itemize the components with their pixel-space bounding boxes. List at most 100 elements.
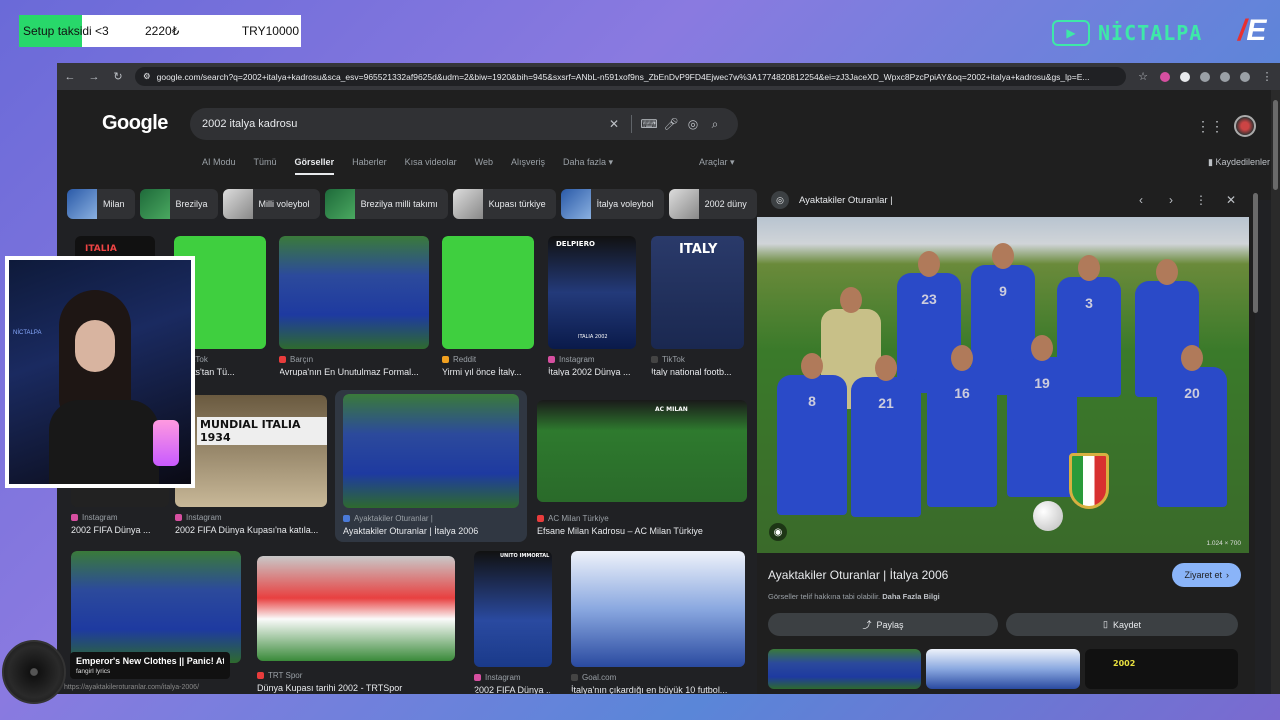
extension-icon[interactable] — [1180, 71, 1190, 82]
mic-icon[interactable]: 🎤︎ — [660, 117, 682, 131]
image-result-selected[interactable]: Ayaktakiler Oturanlar | Ayaktakiler Otur… — [343, 394, 519, 539]
bookmark-star-icon[interactable]: ☆ — [1136, 70, 1150, 83]
scrollbar-thumb[interactable] — [1273, 100, 1278, 190]
extensions-puzzle-icon[interactable] — [1220, 71, 1230, 82]
preview-image[interactable]: 23 9 3 8 21 16 19 20 ◉ 1.024 × 700 — [757, 217, 1249, 553]
tools-button[interactable]: Araçlar ▾ — [699, 157, 735, 168]
search-box[interactable]: 2002 italya kadrosu ✕ ⌨ 🎤︎ ◎ ⌕ — [190, 108, 738, 140]
tab-more[interactable]: Daha fazla ▾ — [563, 157, 613, 175]
url-text: google.com/search?q=2002+italya+kadrosu&… — [156, 71, 1090, 82]
lens-icon[interactable]: ◉ — [769, 523, 787, 541]
camera-search-icon[interactable]: ◎ — [682, 117, 704, 131]
extension-icon[interactable] — [1200, 71, 1210, 82]
url-field[interactable]: ⚙ google.com/search?q=2002+italya+kadros… — [135, 67, 1126, 86]
avatar[interactable] — [1234, 115, 1256, 137]
image-result[interactable]: ITALY TikTok Italy national footb... — [651, 236, 744, 376]
related-image[interactable] — [768, 649, 921, 689]
browser-menu-icon[interactable]: ⋮ — [1260, 70, 1274, 83]
chevron-right-icon: › — [1226, 570, 1229, 580]
search-tabs: AI Modu Tümü Görseller Haberler Kısa vid… — [202, 157, 613, 175]
image-result[interactable]: Barçın Avrupa'nın En Unutulmaz Formal... — [279, 236, 429, 376]
close-icon[interactable]: ✕ — [1221, 193, 1241, 207]
bookmark-icon: ▯ — [1103, 619, 1108, 629]
source-name: Instagram — [186, 513, 222, 522]
result-thumbnail — [257, 556, 455, 661]
saved-button[interactable]: ▮ Kaydedilenler — [1208, 157, 1270, 168]
neon-sign: NİCTALPA — [13, 330, 42, 336]
chip-thumbnail — [668, 189, 699, 219]
site-info-icon[interactable]: ⚙ — [143, 71, 151, 82]
back-icon[interactable]: ← — [63, 71, 77, 83]
chip-milan[interactable]: Milan — [67, 189, 135, 219]
image-result[interactable]: MUNDIAL ITALIA 1934 Instagram 2002 FIFA … — [175, 395, 327, 540]
jersey-number: 20 — [1184, 385, 1200, 401]
keyboard-icon[interactable]: ⌨ — [638, 117, 660, 131]
chip-italya-voleybol[interactable]: İtalya voleybol — [560, 189, 664, 219]
player-figure: 21 — [851, 355, 921, 517]
thumb-text: 2002 — [1113, 659, 1136, 668]
tab-news[interactable]: Haberler — [352, 157, 387, 175]
google-logo[interactable]: Google — [102, 112, 168, 135]
youtube-play-icon: ▶ — [1052, 20, 1090, 46]
learn-more-link[interactable]: Daha Fazla Bilgi — [882, 592, 940, 601]
preview-title[interactable]: Ayaktakiler Oturanlar | İtalya 2006 — [768, 568, 948, 582]
image-result[interactable]: DELPIERO ITALIA 2002 Instagram İtalya 20… — [548, 236, 636, 376]
reload-icon[interactable]: ↻ — [111, 70, 125, 83]
related-image[interactable] — [926, 649, 1080, 689]
image-result[interactable]: Reddit Yirmi yıl önce İtaly... — [442, 236, 534, 376]
chip-2002-dunya[interactable]: 2002 düny — [668, 189, 757, 219]
jersey-number: 8 — [808, 393, 816, 409]
site-icon — [343, 515, 350, 522]
search-input[interactable]: 2002 italya kadrosu — [202, 118, 603, 130]
player-head — [951, 345, 973, 371]
image-result[interactable]: UNITO IMMORTAL Instagram 2002 FIFA Dünya… — [474, 551, 552, 694]
extension-icon[interactable] — [1160, 71, 1170, 82]
preview-site-name[interactable]: Ayaktakiler Oturanlar | — [799, 195, 1121, 206]
result-caption: 2002 FIFA Dünya ... — [474, 685, 552, 694]
apps-grid-icon[interactable]: ⋮⋮ — [1196, 118, 1224, 135]
related-image[interactable]: 2002 — [1085, 649, 1238, 689]
next-icon[interactable]: › — [1161, 193, 1181, 207]
share-button[interactable]: ⤴ Paylaş — [768, 613, 998, 636]
profile-icon[interactable] — [1240, 71, 1250, 82]
search-icon[interactable]: ⌕ — [704, 117, 726, 132]
browser-window: ← → ↻ ⚙ google.com/search?q=2002+italya+… — [57, 63, 1280, 694]
visit-button[interactable]: Ziyaret et › — [1172, 563, 1241, 587]
save-button[interactable]: ▯ Kaydet — [1006, 613, 1238, 636]
jersey-number: 9 — [999, 283, 1007, 299]
more-options-icon[interactable]: ⋮ — [1191, 193, 1211, 207]
tab-short-videos[interactable]: Kısa videolar — [405, 157, 457, 175]
panel-scrollbar[interactable] — [1253, 193, 1258, 313]
image-result[interactable]: AC MILAN AC Milan Türkiye Efsane Milan K… — [537, 400, 747, 540]
chip-brezilya-milli-takimi[interactable]: Brezilya milli takımı — [324, 189, 448, 219]
player-head — [992, 243, 1014, 269]
chip-brezilya[interactable]: Brezilya — [139, 189, 218, 219]
page-scrollbar[interactable] — [1271, 90, 1280, 694]
goal-icon — [571, 674, 578, 681]
tab-images[interactable]: Görseller — [294, 157, 335, 175]
chip-thumbnail — [560, 189, 591, 219]
result-source: Instagram — [548, 355, 636, 364]
player-figure: 20 — [1157, 345, 1227, 507]
chip-kupasi-turkiye[interactable]: Kupası türkiye — [452, 189, 556, 219]
notice-text: Görseller telif hakkına tabi olabilir. — [768, 592, 881, 601]
previous-icon[interactable]: ‹ — [1131, 193, 1151, 207]
forward-icon[interactable]: → — [87, 71, 101, 83]
tab-all[interactable]: Tümü — [254, 157, 277, 175]
donation-goal: TRY10000 — [241, 24, 299, 38]
clear-icon[interactable]: ✕ — [603, 117, 625, 131]
song-artist: fangirl lyrics — [76, 668, 111, 675]
player-figure: 16 — [927, 345, 997, 507]
player-figure: 19 — [1007, 335, 1077, 497]
result-caption: 2002 FIFA Dünya Kupası'na katıla... — [175, 525, 319, 535]
bookmark-icon: ▮ — [1207, 157, 1213, 167]
image-result[interactable]: TRT Spor Dünya Kupası tarihi 2002 - TRTS… — [257, 556, 455, 694]
tab-ai-mode[interactable]: AI Modu — [202, 157, 236, 175]
chip-label: Milli voleybol — [258, 199, 310, 209]
image-result[interactable]: Goal.com İtalya'nın çıkardığı en büyük 1… — [571, 551, 745, 694]
player-head — [801, 353, 823, 379]
tab-shopping[interactable]: Alışveriş — [511, 157, 545, 175]
chip-milli-voleybol[interactable]: Milli voleybol — [222, 189, 320, 219]
sponsor-logo: /E — [1238, 14, 1267, 47]
tab-web[interactable]: Web — [475, 157, 493, 175]
